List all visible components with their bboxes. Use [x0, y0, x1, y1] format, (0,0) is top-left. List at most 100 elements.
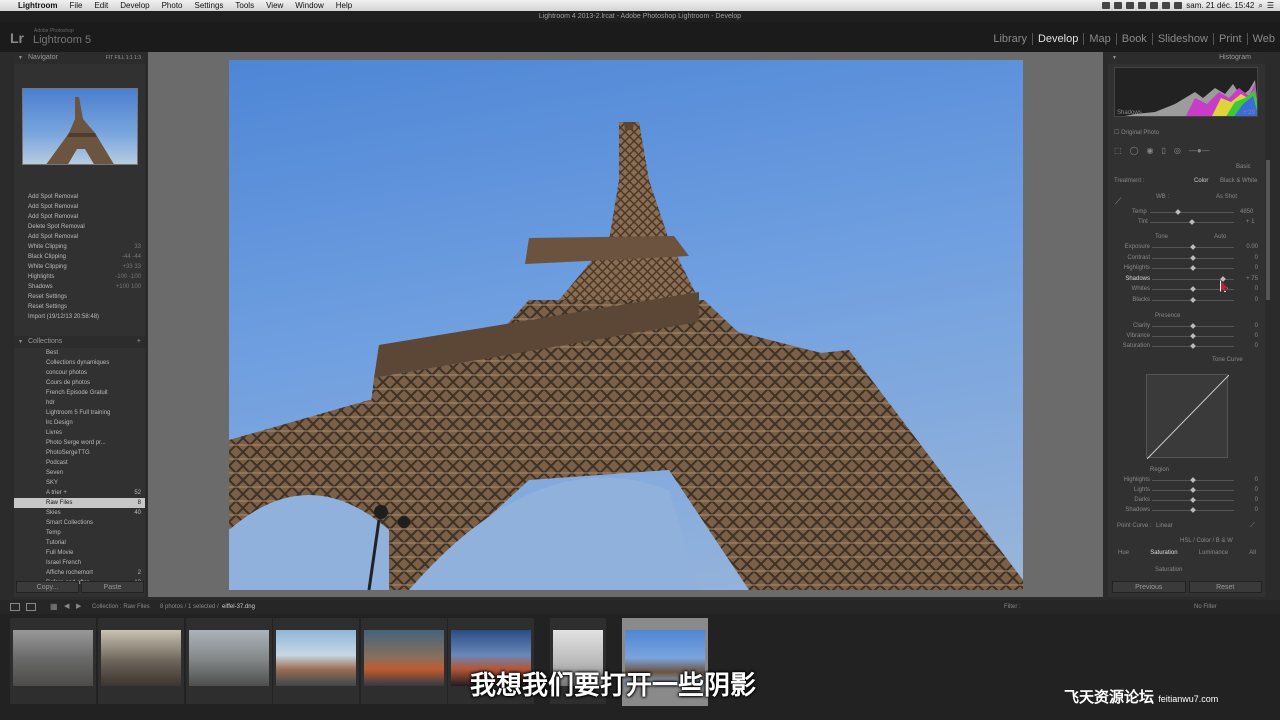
history-item[interactable]: Import (19/12/13 20:58:48): [14, 312, 145, 322]
history-item[interactable]: Reset Settings: [14, 292, 145, 302]
slider-value[interactable]: 0: [1238, 487, 1258, 493]
navigator-header[interactable]: Navigator FIT FILL 1:1 1:3: [14, 52, 145, 64]
add-collection-icon[interactable]: +: [137, 336, 141, 348]
slider-value[interactable]: 0: [1238, 477, 1258, 483]
menu-settings[interactable]: Settings: [189, 1, 230, 10]
radial-filter-icon[interactable]: ◎: [1174, 146, 1181, 155]
history-item[interactable]: Add Spot Removal: [14, 212, 145, 222]
hsl-tab-all[interactable]: All: [1249, 550, 1256, 560]
collection-item[interactable]: Smart Collections: [14, 518, 145, 528]
collection-item[interactable]: Full Movie: [14, 548, 145, 558]
slider-value[interactable]: 0: [1238, 497, 1258, 503]
slider-value[interactable]: 0: [1238, 333, 1258, 339]
module-print[interactable]: Print: [1214, 33, 1248, 45]
history-item[interactable]: Add Spot Removal: [14, 192, 145, 202]
basic-header[interactable]: Basic: [1236, 164, 1251, 170]
history-item[interactable]: Highlights -100 -100: [14, 272, 145, 282]
collection-item[interactable]: concour photos: [14, 368, 145, 378]
menu-edit[interactable]: Edit: [88, 1, 114, 10]
history-item[interactable]: White Clipping +33 33: [14, 262, 145, 272]
slider-value[interactable]: + 75: [1238, 276, 1258, 282]
tint-value[interactable]: + 1: [1246, 219, 1255, 225]
collection-item[interactable]: Tutorial: [14, 538, 145, 548]
adjustment-brush-icon[interactable]: —●—: [1189, 146, 1210, 155]
reset-button[interactable]: Reset: [1188, 581, 1262, 593]
curve-edit-icon[interactable]: ⟋: [1250, 522, 1255, 530]
collection-item[interactable]: Best: [14, 348, 145, 358]
forward-arrow-icon[interactable]: ▶: [76, 602, 81, 610]
hsl-tab-luminance[interactable]: Luminance: [1199, 550, 1228, 560]
copy-button[interactable]: Copy...: [16, 581, 79, 593]
battery-icon[interactable]: [1174, 2, 1183, 9]
collection-item[interactable]: Livres: [14, 428, 145, 438]
slider-value[interactable]: 0: [1238, 265, 1258, 271]
collection-item[interactable]: hdr: [14, 398, 145, 408]
tray-icon[interactable]: [1114, 2, 1123, 9]
slider-value[interactable]: 0: [1238, 323, 1258, 329]
menu-view[interactable]: View: [260, 1, 289, 10]
filter-select[interactable]: No Filter: [1194, 604, 1217, 610]
menu-tools[interactable]: Tools: [229, 1, 260, 10]
module-book[interactable]: Book: [1117, 33, 1153, 45]
tone-curve-graph[interactable]: [1146, 374, 1230, 460]
crop-tool-icon[interactable]: ⬚: [1114, 146, 1122, 155]
filmstrip-thumb[interactable]: [273, 618, 359, 704]
spot-removal-icon[interactable]: ◯: [1130, 146, 1139, 155]
menu-file[interactable]: File: [64, 1, 89, 10]
right-panel-scrollbar[interactable]: [1266, 160, 1270, 300]
collection-item[interactable]: A trier + 52: [14, 488, 145, 498]
wifi-icon[interactable]: [1150, 2, 1159, 9]
slider-value[interactable]: 0: [1238, 343, 1258, 349]
filmstrip-thumb[interactable]: [186, 618, 272, 704]
history-item[interactable]: Reset Settings: [14, 302, 145, 312]
slider-value[interactable]: 0: [1238, 286, 1258, 292]
module-web[interactable]: Web: [1248, 33, 1280, 45]
list-icon[interactable]: ☰: [1267, 1, 1274, 10]
module-library[interactable]: Library: [988, 33, 1033, 45]
history-item[interactable]: White Clipping 33: [14, 242, 145, 252]
second-window-icon[interactable]: [26, 603, 36, 611]
paste-button[interactable]: Paste: [81, 581, 144, 593]
menu-photo[interactable]: Photo: [156, 1, 189, 10]
histogram-graph[interactable]: Shadows + 29: [1114, 67, 1258, 117]
white-balance-picker-icon[interactable]: ⟋: [1115, 196, 1121, 207]
original-photo-checkbox[interactable]: ☐ Original Photo: [1114, 129, 1159, 136]
volume-icon[interactable]: [1162, 2, 1171, 9]
back-arrow-icon[interactable]: ◀: [64, 602, 69, 610]
collection-item[interactable]: PhotoSergeTTG: [14, 448, 145, 458]
slider-value[interactable]: 0.00: [1238, 244, 1258, 250]
collection-item[interactable]: Israel French: [14, 558, 145, 568]
collection-item[interactable]: Skies 40: [14, 508, 145, 518]
menu-develop[interactable]: Develop: [114, 1, 155, 10]
module-develop[interactable]: Develop: [1033, 33, 1085, 45]
tray-icon[interactable]: [1126, 2, 1135, 9]
collection-item[interactable]: Affiche rochemort 2: [14, 568, 145, 578]
temp-slider-track[interactable]: [1150, 212, 1234, 213]
menubar-clock[interactable]: sam. 21 déc. 15:42: [1186, 1, 1254, 10]
hsl-tab-hue[interactable]: Hue: [1118, 550, 1129, 560]
main-window-icon[interactable]: [10, 603, 20, 611]
menu-help[interactable]: Help: [330, 1, 358, 10]
collection-item[interactable]: lrc Design: [14, 418, 145, 428]
tray-icon[interactable]: [1138, 2, 1147, 9]
menu-lightroom[interactable]: Lightroom: [12, 1, 64, 10]
filmstrip-source[interactable]: Collection : Raw Files: [92, 604, 150, 610]
tray-icon[interactable]: [1102, 2, 1111, 9]
histogram-header[interactable]: Histogram: [1108, 52, 1265, 64]
tone-curve-header[interactable]: Tone Curve: [1212, 357, 1243, 363]
slider-value[interactable]: 0: [1238, 297, 1258, 303]
history-item[interactable]: Add Spot Removal: [14, 202, 145, 212]
collection-item[interactable]: Cours de photos: [14, 378, 145, 388]
module-map[interactable]: Map: [1084, 33, 1117, 45]
red-eye-icon[interactable]: ◉: [1147, 146, 1154, 155]
collections-header[interactable]: Collections +: [14, 336, 145, 348]
graduated-filter-icon[interactable]: ▯: [1162, 146, 1166, 155]
history-item[interactable]: Black Clipping -44 -44: [14, 252, 145, 262]
collection-item[interactable]: Collections dynamiques: [14, 358, 145, 368]
collection-item[interactable]: Podcast: [14, 458, 145, 468]
navigator-preview[interactable]: [22, 88, 138, 165]
search-icon[interactable]: ⌕: [1258, 1, 1262, 11]
history-item[interactable]: Shadows +100 100: [14, 282, 145, 292]
point-curve-select[interactable]: Linear: [1156, 523, 1173, 529]
collection-item[interactable]: French Episode Gratuit: [14, 388, 145, 398]
